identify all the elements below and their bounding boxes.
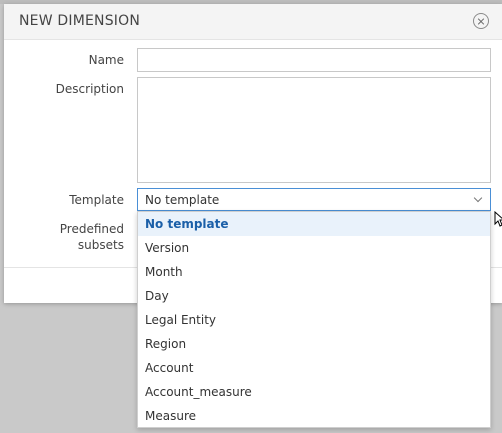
template-dropdown-list: No template Version Month Day Legal Enti…: [137, 211, 491, 428]
dropdown-option-legal-entity[interactable]: Legal Entity: [138, 308, 490, 332]
dropdown-option-account[interactable]: Account: [138, 356, 490, 380]
dropdown-option-month[interactable]: Month: [138, 260, 490, 284]
dropdown-option-version[interactable]: Version: [138, 236, 490, 260]
close-icon[interactable]: [473, 13, 489, 29]
dropdown-option-region[interactable]: Region: [138, 332, 490, 356]
dropdown-option-measure[interactable]: Measure: [138, 404, 490, 428]
description-label: Description: [55, 82, 124, 96]
name-label: Name: [88, 53, 124, 67]
name-input[interactable]: [137, 48, 491, 72]
template-label: Template: [69, 193, 124, 207]
dropdown-option-no-template[interactable]: No template: [138, 212, 490, 236]
dropdown-option-account-measure[interactable]: Account_measure: [138, 380, 490, 404]
description-textarea[interactable]: [137, 77, 491, 183]
chevron-down-icon[interactable]: [473, 193, 483, 203]
dropdown-option-day[interactable]: Day: [138, 284, 490, 308]
dialog-header: NEW DIMENSION: [4, 4, 502, 40]
predefined-subsets-label-line2: subsets: [77, 238, 124, 252]
mouse-cursor-icon: [494, 211, 502, 227]
dialog-title: NEW DIMENSION: [19, 13, 141, 29]
template-select-value: No template: [145, 193, 220, 207]
predefined-subsets-label-line1: Predefined: [59, 222, 124, 236]
template-select[interactable]: No template: [137, 188, 491, 211]
